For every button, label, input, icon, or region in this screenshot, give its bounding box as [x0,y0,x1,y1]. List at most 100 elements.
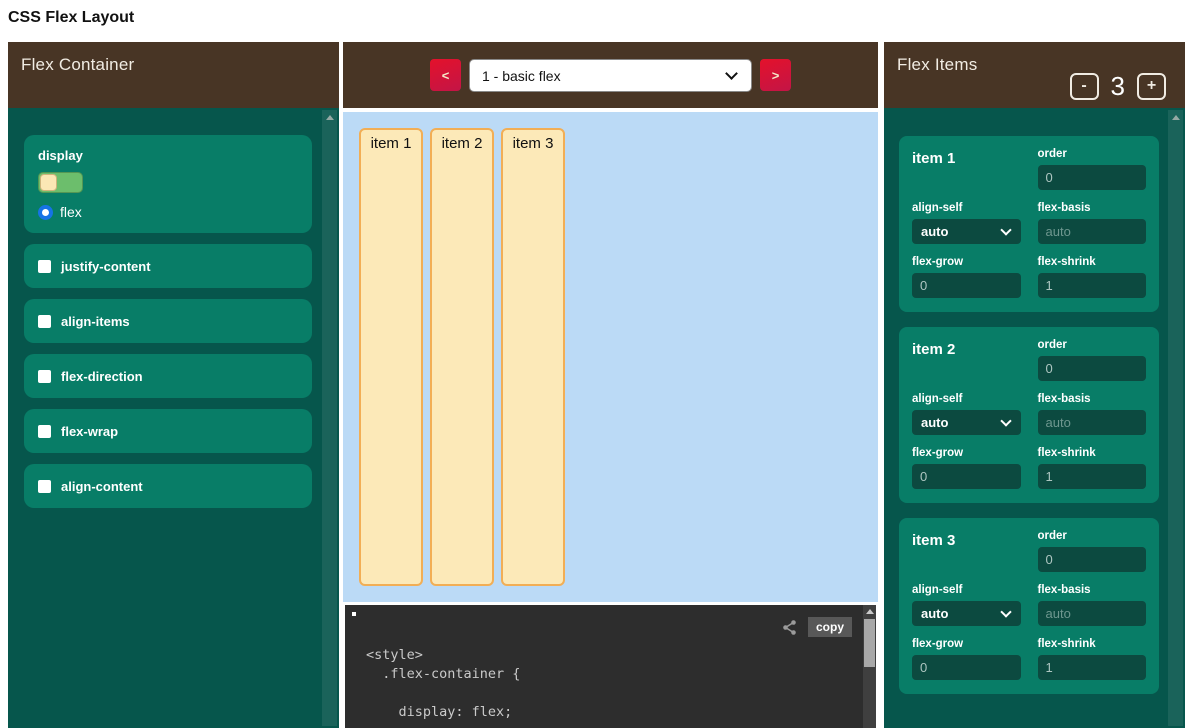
app-root: CSS Flex Layout Flex Container display f… [0,0,1199,728]
flex-shrink-label: flex-shrink [1038,256,1147,268]
flex-wrap-label: flex-wrap [61,424,118,439]
item-2-flex-shrink-group: flex-shrink [1038,447,1147,489]
item-2-title: item 2 [912,339,1021,381]
flex-radio-label: flex [60,204,82,220]
flex-items-panel-header: Flex Items - 3 + [884,42,1185,108]
item-1-order-input[interactable] [1038,165,1147,190]
example-select[interactable]: 1 - basic flex [469,59,752,92]
code-cursor-dot [352,612,356,616]
item-3-flex-shrink-input[interactable] [1038,655,1147,680]
example-nav-bar: < 1 - basic flex > [343,42,878,108]
order-label: order [1038,148,1147,160]
chevron-down-icon [1000,224,1011,235]
item-1-flex-grow-input[interactable] [912,273,1021,298]
item-1-align-self-value: auto [921,224,948,239]
code-content: <style> .flex-container { display: flex; [366,646,520,722]
align-content-checkbox[interactable] [38,480,51,493]
flex-preview-container: item 1 item 2 item 3 [343,112,878,602]
decrease-items-button[interactable]: - [1070,73,1099,100]
item-3-order-input[interactable] [1038,547,1147,572]
item-3-flex-grow-group: flex-grow [912,638,1021,680]
code-scrollbar[interactable] [863,605,876,728]
item-count-value: 3 [1111,71,1125,102]
justify-content-card: justify-content [24,244,312,288]
flex-wrap-card: flex-wrap [24,409,312,453]
flex-items-panel: Flex Items - 3 + item 1 order align-self… [884,42,1185,728]
item-1-card: item 1 order align-self auto flex-basis [899,136,1159,312]
code-toolbar: copy [781,617,852,637]
increase-items-button[interactable]: + [1137,73,1166,100]
item-3-flex-basis-input[interactable] [1038,601,1147,626]
flex-container-panel-title: Flex Container [21,55,134,75]
align-self-label: align-self [912,202,1021,214]
scroll-up-arrow-icon [1172,115,1180,120]
justify-content-checkbox[interactable] [38,260,51,273]
scroll-up-arrow-icon [866,609,874,614]
item-1-flex-basis-input[interactable] [1038,219,1147,244]
flex-wrap-checkbox[interactable] [38,425,51,438]
item-1-title: item 1 [912,148,1021,190]
next-example-button[interactable]: > [760,59,791,91]
example-select-value: 1 - basic flex [482,68,561,84]
preview-flex-item-3: item 3 [501,128,565,586]
display-card: display flex [24,135,312,233]
code-scrollbar-thumb[interactable] [864,619,875,667]
page-title: CSS Flex Layout [8,9,134,27]
item-1-align-self-group: align-self auto [912,202,1021,244]
item-1-align-self-select[interactable]: auto [912,219,1021,244]
justify-content-label: justify-content [61,259,151,274]
item-2-flex-grow-group: flex-grow [912,447,1021,489]
item-3-flex-shrink-group: flex-shrink [1038,638,1147,680]
prev-example-button[interactable]: < [430,59,461,91]
display-toggle[interactable] [38,172,83,193]
display-flex-radio-row: flex [38,204,298,220]
flex-grow-label: flex-grow [912,447,1021,459]
code-line: .flex-container { [366,665,520,684]
item-3-card: item 3 order align-self auto flex-basis [899,518,1159,694]
item-2-align-self-value: auto [921,415,948,430]
item-2-align-self-select[interactable]: auto [912,410,1021,435]
item-2-order-input[interactable] [1038,356,1147,381]
display-toggle-knob [40,174,57,191]
item-2-order-group: order [1038,339,1147,381]
item-2-card: item 2 order align-self auto flex-basis [899,327,1159,503]
flex-container-panel: Flex Container display flex justify-cont… [8,42,339,728]
item-2-flex-basis-input[interactable] [1038,410,1147,435]
flex-shrink-label: flex-shrink [1038,638,1147,650]
copy-button[interactable]: copy [808,617,852,637]
flex-direction-checkbox[interactable] [38,370,51,383]
item-3-align-self-group: align-self auto [912,584,1021,626]
align-items-checkbox[interactable] [38,315,51,328]
preview-flex-item-1: item 1 [359,128,423,586]
flex-basis-label: flex-basis [1038,584,1147,596]
item-2-flex-grow-input[interactable] [912,464,1021,489]
left-panel-scrollbar[interactable] [322,110,337,726]
chevron-down-icon [1000,415,1011,426]
share-icon[interactable] [781,619,798,636]
align-self-label: align-self [912,393,1021,405]
flex-radio[interactable] [38,205,53,220]
right-panel-scrollbar[interactable] [1168,110,1183,726]
item-3-align-self-select[interactable]: auto [912,601,1021,626]
align-items-label: align-items [61,314,130,329]
flex-container-panel-header: Flex Container [8,42,339,108]
item-1-order-group: order [1038,148,1147,190]
align-content-card: align-content [24,464,312,508]
item-2-align-self-group: align-self auto [912,393,1021,435]
item-1-flex-shrink-input[interactable] [1038,273,1147,298]
item-3-align-self-value: auto [921,606,948,621]
item-1-flex-basis-group: flex-basis [1038,202,1147,244]
flex-container-panel-body: display flex justify-content align-items [8,108,339,728]
preview-flex-item-2: item 2 [430,128,494,586]
order-label: order [1038,339,1147,351]
flex-grow-label: flex-grow [912,638,1021,650]
item-2-flex-shrink-input[interactable] [1038,464,1147,489]
item-1-flex-shrink-group: flex-shrink [1038,256,1147,298]
flex-basis-label: flex-basis [1038,393,1147,405]
chevron-down-icon [725,67,738,80]
code-line [366,684,520,703]
item-3-flex-grow-input[interactable] [912,655,1021,680]
flex-items-panel-body: item 1 order align-self auto flex-basis [884,108,1185,728]
item-3-order-group: order [1038,530,1147,572]
scroll-up-arrow-icon [326,115,334,120]
